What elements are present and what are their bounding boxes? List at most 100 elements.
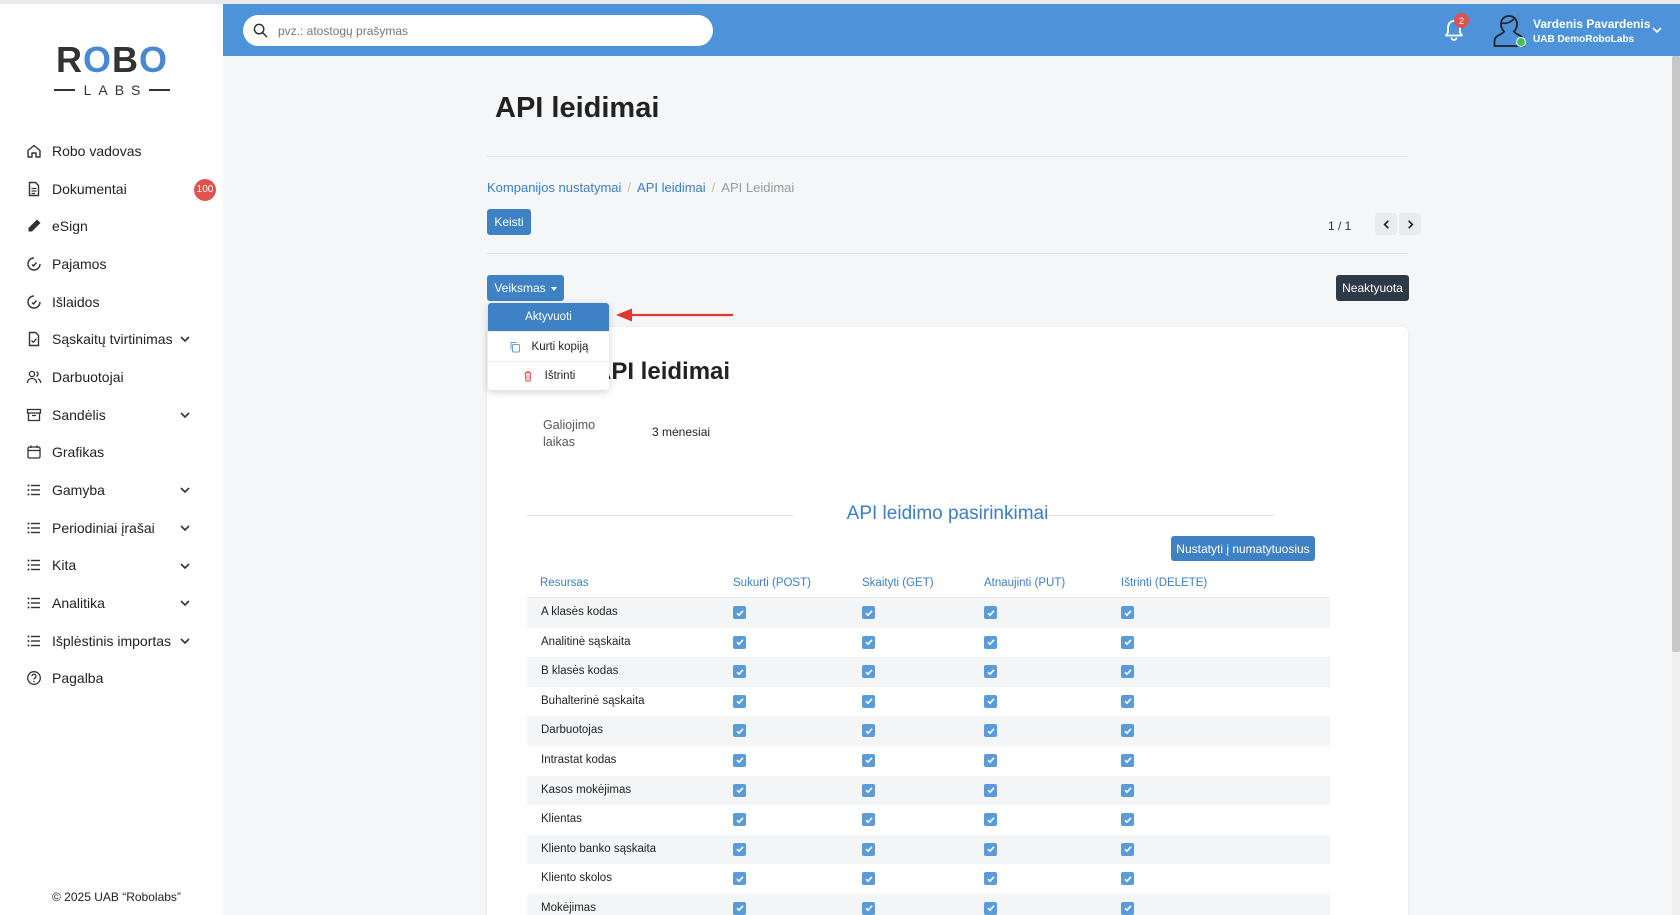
permission-checkbox[interactable]	[862, 635, 875, 649]
chevron-down-icon[interactable]	[179, 522, 191, 534]
column-header-get[interactable]: Skaityti (GET)	[862, 577, 934, 589]
chevron-down-icon[interactable]	[179, 484, 191, 496]
column-header-put[interactable]: Atnaujinti (PUT)	[984, 577, 1065, 589]
menu-item-label: Aktyvuoti	[525, 311, 572, 323]
permission-checkbox[interactable]	[1121, 606, 1134, 619]
permission-checkbox[interactable]	[1121, 753, 1134, 767]
sidebar-item-esign[interactable]: eSign	[0, 207, 223, 245]
permission-checkbox[interactable]	[733, 901, 746, 915]
permission-checkbox[interactable]	[733, 783, 746, 797]
breadcrumb-api-permissions[interactable]: API leidimai	[637, 180, 706, 195]
permission-checkbox[interactable]	[862, 872, 875, 886]
table-row: Kliento skolos	[527, 864, 1330, 894]
permission-checkbox[interactable]	[733, 665, 746, 679]
permission-checkbox[interactable]	[862, 665, 875, 679]
menu-item-activate[interactable]: Aktyvuoti	[488, 303, 609, 331]
breadcrumb-company-settings[interactable]: Kompanijos nustatymai	[487, 180, 621, 195]
permission-checkbox[interactable]	[1121, 724, 1134, 738]
sidebar-item-išlaidos[interactable]: Išlaidos	[0, 283, 223, 321]
permission-checkbox[interactable]	[733, 753, 746, 767]
sidebar-item-analitika[interactable]: Analitika	[0, 584, 223, 622]
search-box[interactable]	[243, 15, 713, 46]
sidebar-item-sandėlis[interactable]: Sandėlis	[0, 396, 223, 434]
permission-checkbox[interactable]	[862, 753, 875, 767]
user-name[interactable]: Vardenis Pavardenis	[1533, 17, 1650, 31]
permission-checkbox[interactable]	[1121, 872, 1134, 886]
permission-checkbox[interactable]	[984, 635, 997, 649]
chevron-down-icon[interactable]	[179, 597, 191, 609]
permission-checkbox[interactable]	[862, 842, 875, 856]
permission-checkbox[interactable]	[984, 901, 997, 915]
search-input[interactable]	[278, 23, 698, 38]
pager-next-button[interactable]	[1399, 213, 1421, 235]
sidebar-item-išplėstinis-importas[interactable]: Išplėstinis importas	[0, 622, 223, 660]
permission-checkbox[interactable]	[1121, 665, 1134, 679]
permission-checkbox[interactable]	[1121, 694, 1134, 708]
permission-checkbox[interactable]	[733, 842, 746, 856]
column-header-post[interactable]: Sukurti (POST)	[733, 577, 811, 589]
permission-checkbox[interactable]	[733, 813, 746, 827]
column-header-resource[interactable]: Resursas	[540, 577, 589, 589]
permission-checkbox[interactable]	[862, 606, 875, 619]
chevron-down-icon[interactable]	[1651, 24, 1663, 36]
permission-checkbox[interactable]	[1121, 842, 1134, 856]
sidebar-item-pajamos[interactable]: Pajamos	[0, 245, 223, 283]
set-defaults-button[interactable]: Nustatyti į numatytuosius	[1171, 536, 1315, 561]
sidebar-item-pagalba[interactable]: Pagalba	[0, 660, 223, 698]
permission-checkbox[interactable]	[862, 694, 875, 708]
permission-checkbox[interactable]	[733, 606, 746, 619]
permission-checkbox[interactable]	[733, 694, 746, 708]
permission-checkbox[interactable]	[984, 606, 997, 619]
permission-checkbox[interactable]	[984, 724, 997, 738]
sidebar-item-label: Gamyba	[52, 482, 105, 499]
menu-item-copy[interactable]: Kurti kopiją	[488, 333, 609, 361]
edit-button[interactable]: Keisti	[487, 209, 531, 235]
robolabs-logo[interactable]: ROBO LABS	[54, 40, 170, 100]
resource-name: Intrastat kodas	[541, 753, 617, 766]
chevron-down-icon[interactable]	[179, 333, 191, 345]
breadcrumb-current: API Leidimai	[721, 180, 795, 195]
permission-checkbox[interactable]	[984, 665, 997, 679]
permission-checkbox[interactable]	[1121, 813, 1134, 827]
permission-checkbox[interactable]	[984, 813, 997, 827]
permission-checkbox[interactable]	[984, 842, 997, 856]
scrollbar-thumb[interactable]	[1672, 56, 1680, 652]
trash-icon	[522, 370, 534, 382]
column-header-delete[interactable]: Ištrinti (DELETE)	[1121, 577, 1207, 589]
permission-checkbox[interactable]	[862, 813, 875, 827]
chevron-down-icon[interactable]	[179, 560, 191, 572]
sidebar-item-label: Kita	[52, 557, 77, 574]
sidebar-item-dokumentai[interactable]: Dokumentai 100	[0, 170, 223, 208]
user-company[interactable]: UAB DemoRoboLabs	[1533, 34, 1634, 45]
permission-checkbox[interactable]	[862, 724, 875, 738]
sidebar-item-sąskaitų-tvirtinimas[interactable]: Sąskaitų tvirtinimas	[0, 320, 223, 358]
list-icon	[26, 482, 42, 498]
sidebar-item-darbuotojai[interactable]: Darbuotojai	[0, 358, 223, 396]
sidebar-item-grafikas[interactable]: Grafikas	[0, 434, 223, 472]
permission-checkbox[interactable]	[733, 724, 746, 738]
permission-checkbox[interactable]	[984, 872, 997, 886]
permission-checkbox[interactable]	[733, 635, 746, 649]
pager-prev-button[interactable]	[1375, 213, 1397, 235]
sidebar-item-label: Darbuotojai	[52, 368, 124, 385]
file-check-icon	[26, 331, 42, 347]
menu-item-delete[interactable]: Ištrinti	[488, 362, 609, 390]
permission-checkbox[interactable]	[1121, 783, 1134, 797]
action-dropdown-button[interactable]: Veiksmas	[487, 275, 564, 301]
permission-checkbox[interactable]	[1121, 635, 1134, 649]
permission-checkbox[interactable]	[1121, 901, 1134, 915]
list-icon	[26, 520, 42, 536]
permission-checkbox[interactable]	[733, 872, 746, 886]
chevron-down-icon[interactable]	[179, 409, 191, 421]
sidebar-item-periodiniai-įrašai[interactable]: Periodiniai įrašai	[0, 509, 223, 547]
permission-checkbox[interactable]	[862, 783, 875, 797]
sidebar-item-robo-vadovas[interactable]: Robo vadovas	[0, 132, 223, 170]
permission-checkbox[interactable]	[984, 783, 997, 797]
permission-checkbox[interactable]	[984, 753, 997, 767]
chevron-down-icon[interactable]	[179, 635, 191, 647]
permission-checkbox[interactable]	[984, 694, 997, 708]
permission-card: API leidimai Galiojimo laikas 3 mėnesiai…	[487, 327, 1408, 915]
sidebar-item-kita[interactable]: Kita	[0, 547, 223, 585]
permission-checkbox[interactable]	[862, 901, 875, 915]
sidebar-item-gamyba[interactable]: Gamyba	[0, 471, 223, 509]
